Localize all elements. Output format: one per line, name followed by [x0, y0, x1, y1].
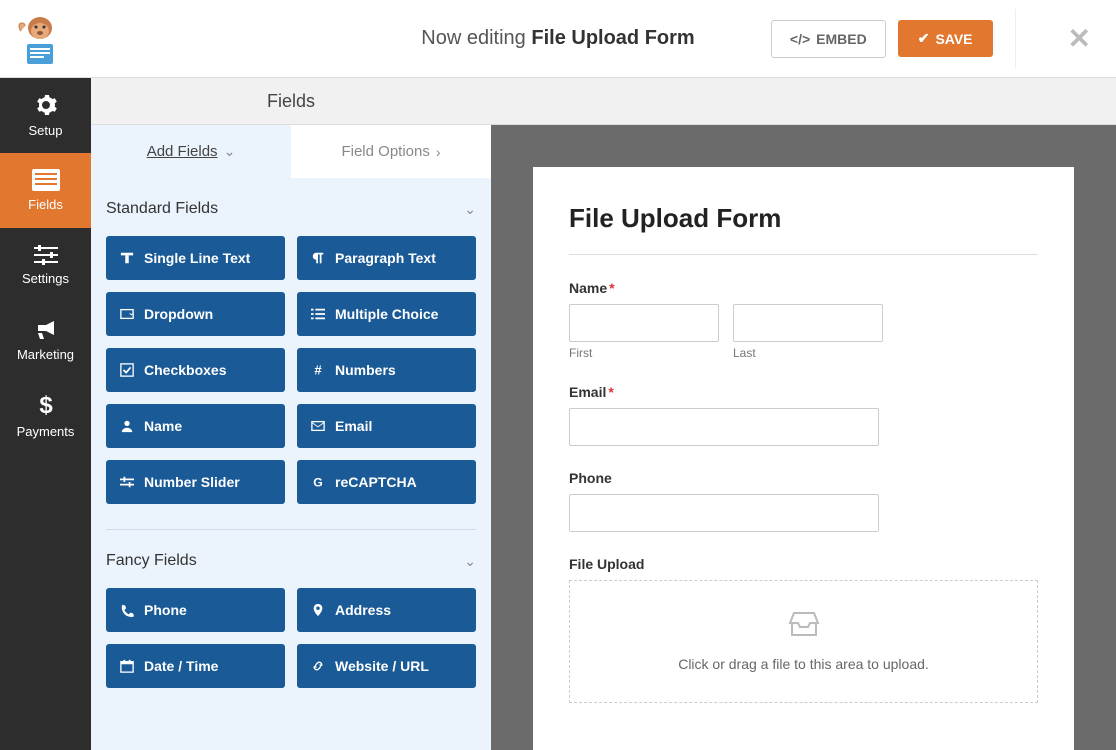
last-sublabel: Last: [733, 346, 883, 360]
field-dropdown[interactable]: Dropdown: [106, 292, 285, 336]
last-name-input[interactable]: [733, 304, 883, 342]
bullhorn-icon: [34, 319, 58, 341]
pin-icon: [311, 603, 325, 617]
email-label: Email*: [569, 384, 1038, 400]
sidebar-item-settings[interactable]: Settings: [0, 228, 91, 303]
tab-add-fields[interactable]: Add Fields ⌄: [91, 125, 291, 178]
field-numbers[interactable]: #Numbers: [297, 348, 476, 392]
field-name[interactable]: Name: [106, 404, 285, 448]
upload-text: Click or drag a file to this area to upl…: [600, 656, 1007, 672]
chevron-right-icon: ›: [436, 144, 441, 160]
first-name-input[interactable]: [569, 304, 719, 342]
field-single-line-text[interactable]: Single Line Text: [106, 236, 285, 280]
envelope-icon: [311, 419, 325, 433]
preview-header-bg: [491, 78, 1116, 125]
field-number-slider[interactable]: Number Slider: [106, 460, 285, 504]
code-icon: </>: [790, 31, 810, 47]
field-upload-preview[interactable]: File Upload Click or drag a file to this…: [569, 556, 1038, 703]
name-label: Name*: [569, 280, 1038, 296]
dropdown-icon: [120, 307, 134, 321]
check-icon: ✔: [918, 30, 930, 47]
field-recaptcha[interactable]: GreCAPTCHA: [297, 460, 476, 504]
field-email[interactable]: Email: [297, 404, 476, 448]
sidebar-label: Marketing: [17, 347, 74, 362]
field-address[interactable]: Address: [297, 588, 476, 632]
upload-dropzone[interactable]: Click or drag a file to this area to upl…: [569, 580, 1038, 703]
sliders-icon: [34, 245, 58, 265]
sidebar-label: Fields: [28, 197, 63, 212]
svg-text:#: #: [314, 363, 322, 377]
sidebar-item-marketing[interactable]: Marketing: [0, 303, 91, 378]
field-date-time[interactable]: Date / Time: [106, 644, 285, 688]
form-title: File Upload Form: [569, 203, 1038, 234]
field-phone[interactable]: Phone: [106, 588, 285, 632]
upload-label: File Upload: [569, 556, 1038, 572]
field-multiple-choice[interactable]: Multiple Choice: [297, 292, 476, 336]
close-button[interactable]: ✕: [1058, 22, 1101, 55]
calendar-icon: [120, 659, 134, 673]
list-icon: [311, 307, 325, 321]
hash-icon: #: [311, 363, 325, 377]
chevron-down-icon: ⌄: [464, 201, 476, 218]
sidebar-item-setup[interactable]: Setup: [0, 78, 91, 153]
user-icon: [120, 419, 134, 433]
first-sublabel: First: [569, 346, 719, 360]
chevron-down-icon: ⌄: [224, 143, 236, 160]
field-paragraph-text[interactable]: Paragraph Text: [297, 236, 476, 280]
check-icon: [120, 363, 134, 377]
email-input[interactable]: [569, 408, 879, 446]
save-button[interactable]: ✔ SAVE: [898, 20, 993, 57]
google-icon: G: [311, 475, 325, 489]
phone-input[interactable]: [569, 494, 879, 532]
sidebar: Setup Fields Settings Marketing $ Paymen…: [0, 78, 91, 750]
svg-text:G: G: [313, 475, 323, 489]
sidebar-label: Settings: [22, 271, 69, 286]
section-standard-fields[interactable]: Standard Fields ⌄: [106, 178, 476, 236]
editing-label: Now editing File Upload Form: [421, 27, 694, 50]
sidebar-label: Setup: [29, 123, 63, 138]
field-email-preview[interactable]: Email*: [569, 384, 1038, 446]
paragraph-icon: [311, 251, 325, 265]
field-phone-preview[interactable]: Phone: [569, 470, 1038, 532]
app-logo[interactable]: [15, 11, 65, 66]
phone-icon: [120, 603, 134, 617]
inbox-icon: [600, 611, 1007, 644]
phone-label: Phone: [569, 470, 1038, 486]
sidebar-item-fields[interactable]: Fields: [0, 153, 91, 228]
field-name-preview[interactable]: Name* First Last: [569, 280, 1038, 360]
field-checkboxes[interactable]: Checkboxes: [106, 348, 285, 392]
section-fancy-fields[interactable]: Fancy Fields ⌄: [106, 529, 476, 588]
form-preview: File Upload Form Name* First Last Email*: [533, 167, 1074, 750]
dollar-icon: $: [38, 392, 54, 418]
panel-title: Fields: [91, 78, 491, 125]
svg-text:$: $: [39, 392, 53, 418]
slider-icon: [120, 475, 134, 489]
embed-button[interactable]: </> EMBED: [771, 20, 886, 58]
link-icon: [311, 659, 325, 673]
sidebar-label: Payments: [17, 424, 75, 439]
gear-icon: [34, 93, 58, 117]
chevron-down-icon: ⌄: [464, 553, 476, 570]
text-icon: [120, 251, 134, 265]
form-icon: [32, 169, 60, 191]
divider: [569, 254, 1038, 255]
tab-field-options[interactable]: Field Options ›: [291, 125, 491, 178]
divider: [1015, 9, 1016, 69]
sidebar-item-payments[interactable]: $ Payments: [0, 378, 91, 453]
field-website-url[interactable]: Website / URL: [297, 644, 476, 688]
